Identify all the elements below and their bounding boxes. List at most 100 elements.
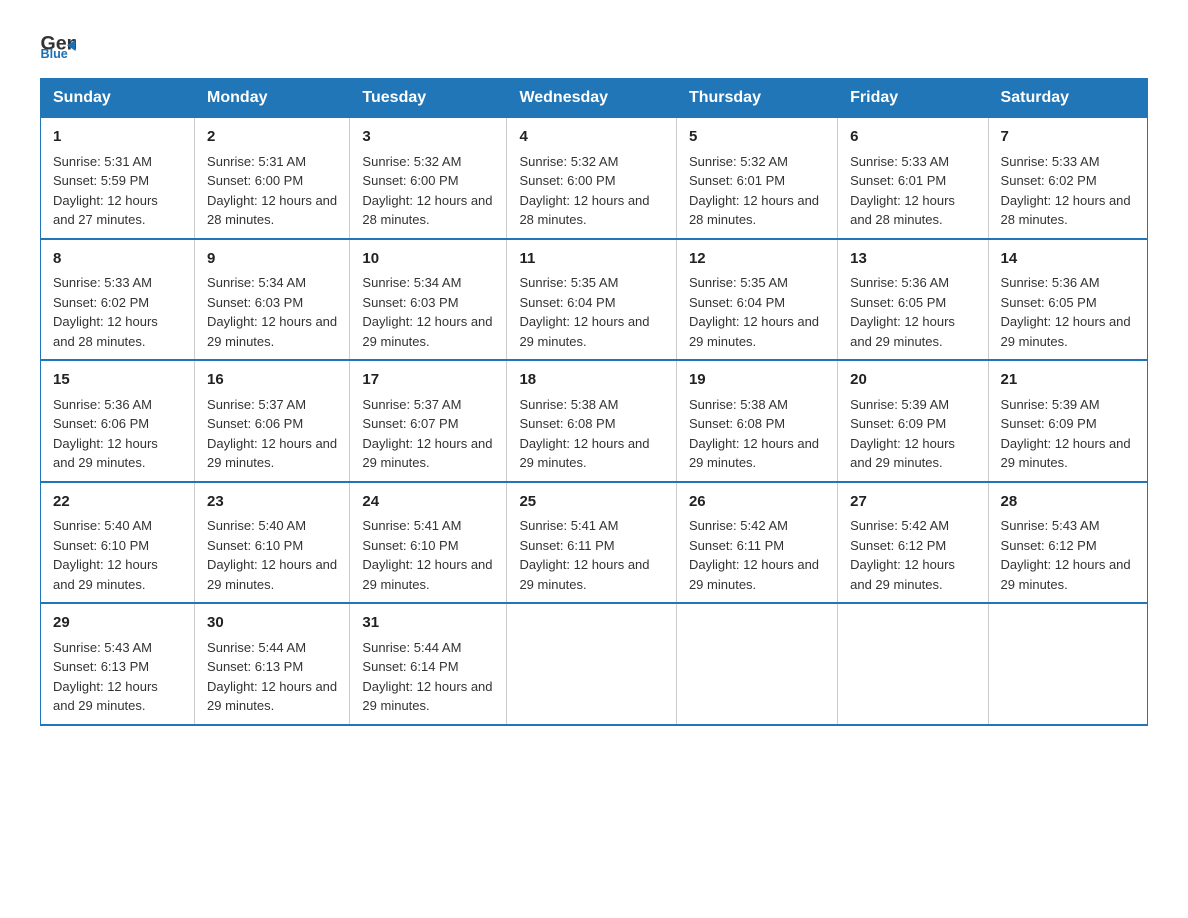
day-number: 4 [519,126,664,149]
day-cell: 24 Sunrise: 5:41 AMSunset: 6:10 PMDaylig… [350,482,507,604]
day-number: 20 [850,369,975,392]
logo-icon: General Blue [40,30,76,58]
day-cell: 23 Sunrise: 5:40 AMSunset: 6:10 PMDaylig… [195,482,350,604]
day-number: 24 [362,491,494,514]
day-info: Sunrise: 5:35 AMSunset: 6:04 PMDaylight:… [519,275,649,349]
day-cell: 8 Sunrise: 5:33 AMSunset: 6:02 PMDayligh… [41,239,195,361]
day-info: Sunrise: 5:41 AMSunset: 6:10 PMDaylight:… [362,518,492,592]
day-info: Sunrise: 5:42 AMSunset: 6:11 PMDaylight:… [689,518,819,592]
day-cell: 3 Sunrise: 5:32 AMSunset: 6:00 PMDayligh… [350,118,507,239]
day-number: 2 [207,126,337,149]
week-row-4: 22 Sunrise: 5:40 AMSunset: 6:10 PMDaylig… [41,482,1148,604]
header-friday: Friday [838,79,988,118]
day-info: Sunrise: 5:32 AMSunset: 6:00 PMDaylight:… [519,154,649,228]
day-info: Sunrise: 5:44 AMSunset: 6:14 PMDaylight:… [362,640,492,714]
day-info: Sunrise: 5:42 AMSunset: 6:12 PMDaylight:… [850,518,955,592]
header-tuesday: Tuesday [350,79,507,118]
day-number: 22 [53,491,182,514]
day-cell: 22 Sunrise: 5:40 AMSunset: 6:10 PMDaylig… [41,482,195,604]
calendar-table: SundayMondayTuesdayWednesdayThursdayFrid… [40,78,1148,726]
day-number: 13 [850,248,975,271]
day-cell: 9 Sunrise: 5:34 AMSunset: 6:03 PMDayligh… [195,239,350,361]
day-number: 25 [519,491,664,514]
day-number: 30 [207,612,337,635]
day-number: 15 [53,369,182,392]
day-cell [988,603,1147,725]
day-info: Sunrise: 5:33 AMSunset: 6:02 PMDaylight:… [53,275,158,349]
day-number: 9 [207,248,337,271]
day-info: Sunrise: 5:36 AMSunset: 6:05 PMDaylight:… [1001,275,1131,349]
header-thursday: Thursday [676,79,837,118]
day-info: Sunrise: 5:31 AMSunset: 5:59 PMDaylight:… [53,154,158,228]
day-number: 6 [850,126,975,149]
day-cell: 1 Sunrise: 5:31 AMSunset: 5:59 PMDayligh… [41,118,195,239]
day-info: Sunrise: 5:36 AMSunset: 6:05 PMDaylight:… [850,275,955,349]
day-cell: 5 Sunrise: 5:32 AMSunset: 6:01 PMDayligh… [676,118,837,239]
day-info: Sunrise: 5:33 AMSunset: 6:02 PMDaylight:… [1001,154,1131,228]
day-number: 17 [362,369,494,392]
day-info: Sunrise: 5:39 AMSunset: 6:09 PMDaylight:… [850,397,955,471]
day-info: Sunrise: 5:44 AMSunset: 6:13 PMDaylight:… [207,640,337,714]
day-number: 29 [53,612,182,635]
day-cell: 20 Sunrise: 5:39 AMSunset: 6:09 PMDaylig… [838,360,988,482]
logo: General Blue [40,30,80,58]
page-header: General Blue [40,30,1148,58]
day-number: 3 [362,126,494,149]
day-number: 8 [53,248,182,271]
day-cell: 13 Sunrise: 5:36 AMSunset: 6:05 PMDaylig… [838,239,988,361]
day-number: 7 [1001,126,1135,149]
day-cell: 10 Sunrise: 5:34 AMSunset: 6:03 PMDaylig… [350,239,507,361]
day-number: 14 [1001,248,1135,271]
day-number: 5 [689,126,825,149]
day-cell: 7 Sunrise: 5:33 AMSunset: 6:02 PMDayligh… [988,118,1147,239]
day-info: Sunrise: 5:35 AMSunset: 6:04 PMDaylight:… [689,275,819,349]
header-wednesday: Wednesday [507,79,677,118]
day-number: 28 [1001,491,1135,514]
day-cell: 14 Sunrise: 5:36 AMSunset: 6:05 PMDaylig… [988,239,1147,361]
day-number: 26 [689,491,825,514]
day-cell: 18 Sunrise: 5:38 AMSunset: 6:08 PMDaylig… [507,360,677,482]
day-number: 23 [207,491,337,514]
day-cell: 12 Sunrise: 5:35 AMSunset: 6:04 PMDaylig… [676,239,837,361]
svg-text:Blue: Blue [41,47,68,58]
week-row-5: 29 Sunrise: 5:43 AMSunset: 6:13 PMDaylig… [41,603,1148,725]
day-number: 11 [519,248,664,271]
day-cell: 29 Sunrise: 5:43 AMSunset: 6:13 PMDaylig… [41,603,195,725]
day-info: Sunrise: 5:40 AMSunset: 6:10 PMDaylight:… [53,518,158,592]
header-monday: Monday [195,79,350,118]
day-info: Sunrise: 5:43 AMSunset: 6:12 PMDaylight:… [1001,518,1131,592]
day-cell: 4 Sunrise: 5:32 AMSunset: 6:00 PMDayligh… [507,118,677,239]
day-cell: 6 Sunrise: 5:33 AMSunset: 6:01 PMDayligh… [838,118,988,239]
day-info: Sunrise: 5:34 AMSunset: 6:03 PMDaylight:… [207,275,337,349]
day-number: 31 [362,612,494,635]
day-cell [838,603,988,725]
day-cell [507,603,677,725]
day-info: Sunrise: 5:34 AMSunset: 6:03 PMDaylight:… [362,275,492,349]
day-number: 18 [519,369,664,392]
day-number: 12 [689,248,825,271]
day-cell: 28 Sunrise: 5:43 AMSunset: 6:12 PMDaylig… [988,482,1147,604]
day-cell: 15 Sunrise: 5:36 AMSunset: 6:06 PMDaylig… [41,360,195,482]
day-info: Sunrise: 5:39 AMSunset: 6:09 PMDaylight:… [1001,397,1131,471]
day-cell: 11 Sunrise: 5:35 AMSunset: 6:04 PMDaylig… [507,239,677,361]
header-saturday: Saturday [988,79,1147,118]
day-info: Sunrise: 5:37 AMSunset: 6:06 PMDaylight:… [207,397,337,471]
day-cell: 30 Sunrise: 5:44 AMSunset: 6:13 PMDaylig… [195,603,350,725]
day-number: 19 [689,369,825,392]
day-info: Sunrise: 5:32 AMSunset: 6:01 PMDaylight:… [689,154,819,228]
day-info: Sunrise: 5:40 AMSunset: 6:10 PMDaylight:… [207,518,337,592]
day-info: Sunrise: 5:31 AMSunset: 6:00 PMDaylight:… [207,154,337,228]
day-number: 21 [1001,369,1135,392]
day-cell: 2 Sunrise: 5:31 AMSunset: 6:00 PMDayligh… [195,118,350,239]
day-number: 27 [850,491,975,514]
day-cell: 19 Sunrise: 5:38 AMSunset: 6:08 PMDaylig… [676,360,837,482]
day-info: Sunrise: 5:43 AMSunset: 6:13 PMDaylight:… [53,640,158,714]
day-info: Sunrise: 5:38 AMSunset: 6:08 PMDaylight:… [519,397,649,471]
day-cell: 26 Sunrise: 5:42 AMSunset: 6:11 PMDaylig… [676,482,837,604]
day-cell: 25 Sunrise: 5:41 AMSunset: 6:11 PMDaylig… [507,482,677,604]
day-info: Sunrise: 5:38 AMSunset: 6:08 PMDaylight:… [689,397,819,471]
day-info: Sunrise: 5:41 AMSunset: 6:11 PMDaylight:… [519,518,649,592]
week-row-2: 8 Sunrise: 5:33 AMSunset: 6:02 PMDayligh… [41,239,1148,361]
header-sunday: Sunday [41,79,195,118]
day-info: Sunrise: 5:32 AMSunset: 6:00 PMDaylight:… [362,154,492,228]
